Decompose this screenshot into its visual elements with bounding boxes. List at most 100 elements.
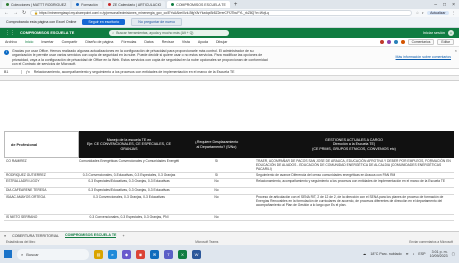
star-icon[interactable]: ☆ [416, 11, 419, 15]
chrome-icon[interactable]: ◉ [136, 249, 145, 259]
url-field[interactable]: 🔒 https://minenergiaspi.my.sharepoint.co… [30, 10, 412, 16]
comments-button[interactable]: Comentarios [407, 39, 435, 45]
mail-icon[interactable]: ✉ [150, 249, 159, 259]
ribbon-tab-datos[interactable]: Datos [144, 40, 153, 44]
ribbon-tab-compartir[interactable]: Compartir [62, 40, 78, 44]
search-placeholder: Buscar herramientas, ayuda y mucho más (… [116, 31, 194, 35]
window-controls: – □ × [434, 2, 459, 8]
reload-icon[interactable]: ↻ [22, 10, 26, 16]
ribbon-tab-vista[interactable]: Vista [182, 40, 190, 44]
status-mid: Microsoft Teams [195, 240, 219, 244]
update-button[interactable]: Actualizar [427, 11, 449, 15]
header-requiere[interactable]: ¿Requiere Desplazamiento al Departamento… [179, 131, 254, 158]
new-tab-button[interactable]: + [234, 2, 238, 8]
add-sheet-icon[interactable]: + [122, 234, 124, 238]
ribbon-tab-revisar[interactable]: Revisar [162, 40, 174, 44]
browser-tab-calendario[interactable]: ZE Calendario | ARTICULACIO [103, 1, 166, 8]
close-icon[interactable]: × [455, 48, 457, 53]
browser-tab-compromisos[interactable]: COMPROMISOS ESCUELA TE [167, 1, 230, 8]
browser-tab-formacion[interactable]: Formación [72, 1, 102, 8]
windows-start-icon[interactable] [4, 250, 12, 258]
maximize-icon[interactable]: □ [443, 2, 446, 8]
header-manejo[interactable]: Manejo de la escuela TE en Eje: CE CONVE… [79, 131, 179, 158]
sheet-list-icon[interactable]: ≡ [4, 234, 6, 238]
header-gestion[interactable]: GESTIONES ACTUALES A CARGO Dirección a l… [254, 131, 454, 158]
language-label[interactable]: ESP [418, 252, 425, 256]
word-icon[interactable]: W [192, 249, 201, 259]
header-line: al Departamento? (S/No) [196, 144, 237, 149]
taskbar: ⌕ Buscar ▤ e ◆ ◉ ✉ T X W ☁ 18°C Parc. nub… [0, 245, 459, 263]
profile-icon[interactable]: ◐ [422, 11, 424, 15]
browser-tab-label: COMPROMISOS ESCUELA TE [176, 2, 226, 7]
cell-manejo: 0-3 Especiales/Educativas, 0-3 Granjas, … [88, 188, 170, 192]
ribbon-tab-archivo[interactable]: Archivo [5, 40, 17, 44]
desktop-banner: Comprobando esta página con Excel Online… [0, 17, 459, 28]
table-row[interactable]: ISAAC AMAYOS ORTEGA 0-3 Convencionales, … [4, 195, 454, 215]
dont-ask-button[interactable]: No preguntar de nuevo [131, 18, 183, 26]
file-explorer-icon[interactable]: ▤ [94, 249, 103, 259]
address-bar: ← → ↻ 🔒 https://minenergiaspi.my.sharepo… [0, 9, 459, 17]
coauthor-avatar[interactable] [386, 40, 391, 44]
coauthor-avatar[interactable] [400, 40, 405, 44]
coauthor-avatar[interactable] [393, 40, 398, 44]
site-icon [107, 3, 111, 6]
cell-manejo: 0-3 Convencionales, 0-Educativas, 0-3 Es… [82, 173, 176, 177]
header-profesional[interactable]: de Profesional [4, 131, 79, 158]
ribbon-tab-ayuda[interactable]: Ayuda [198, 40, 208, 44]
notice-link[interactable]: Más información sobre comentarios [396, 55, 451, 59]
weather-label[interactable]: 18°C Parc. nublado [370, 252, 401, 256]
browser-tab-label: ZE Calendario | ARTICULACIO [112, 2, 162, 7]
cell-name: DIA CAFÉARENE TERESA [6, 188, 47, 192]
search-input[interactable]: ⌕ Buscar herramientas, ayuda y mucho más … [109, 30, 230, 36]
edge-icon[interactable]: e [108, 249, 117, 259]
browser-tab-strip: Colecciones | MATTT RODRIGUEZ Formación … [0, 0, 459, 9]
banner-text: Comprobando esta página con Excel Online [6, 20, 77, 24]
ribbon-tab-formulas[interactable]: Fórmulas [121, 40, 136, 44]
ribbon-tab-dibujar[interactable]: Dibujar [216, 40, 227, 44]
forward-icon[interactable]: → [13, 10, 18, 16]
close-icon[interactable]: × [452, 2, 455, 8]
notifications-icon[interactable]: ▢ [452, 252, 455, 256]
ribbon-tab-diseno[interactable]: Diseño de página [85, 40, 113, 44]
cell-name: ESTRALLADRI LIGOY [6, 179, 40, 183]
cell-manejo: 0-3 Convencionales, 0-3 Especiales, 0-3 … [89, 215, 169, 219]
cell-requiere: No [214, 215, 219, 219]
back-icon[interactable]: ← [4, 10, 9, 16]
table-row[interactable]: CO RAMIREZ Comunidades Energéticas Conve… [4, 159, 454, 173]
status-left: Estadísticas del libro [6, 240, 36, 244]
feedback-link[interactable]: Enviar comentarios a Microsoft [409, 240, 453, 244]
minimize-icon[interactable]: – [434, 2, 437, 8]
cell-requiere: No [214, 179, 219, 183]
ribbon-tab-inicio[interactable]: Inicio [25, 40, 33, 44]
cell-requiere: No [214, 195, 219, 199]
table-row[interactable]: ESTRALLADRI LIGOY 0-3 Especiales/Educati… [4, 179, 454, 188]
file-title[interactable]: COMPROMISOS ESCUELA TE [20, 31, 74, 35]
sheet-tab-compromisos[interactable]: COMPROMISOS ESCUELA TE [65, 233, 117, 238]
sheet-tab-cobertura[interactable]: COBERTURA TERRITORIAL [12, 234, 59, 238]
wifi-icon[interactable]: ≋ [406, 252, 409, 256]
header-line: Eje: CE CONVENCIONALES, CE ESPECIALES, C… [86, 142, 172, 151]
cell-gestion: Seguimiento de avance Diferencia del cen… [256, 173, 396, 177]
store-icon[interactable]: ◆ [122, 249, 131, 259]
taskbar-search[interactable]: ⌕ Buscar [17, 248, 89, 260]
excel-icon[interactable]: X [178, 249, 187, 259]
edit-button[interactable]: Editar [437, 39, 454, 45]
app-launcher-icon[interactable]: ⋮⋮ [5, 30, 15, 36]
clock[interactable]: 3:01 p. m. 10/09/2023 [430, 250, 448, 259]
cell-name: IS NIETO SERRANO [6, 215, 38, 219]
volume-icon[interactable]: ♪ [413, 252, 415, 256]
coauthor-avatar[interactable] [379, 40, 384, 44]
table-row[interactable]: DIA CAFÉARENE TERESA 0-3 Especiales/Educ… [4, 188, 454, 195]
spreadsheet-grid[interactable]: de Profesional Manejo de la escuela TE e… [4, 81, 459, 231]
menu-icon[interactable]: ⋮ [452, 11, 456, 15]
table-row[interactable]: IS NIETO SERRANO 0-3 Convencionales, 0-3… [4, 215, 454, 221]
ribbon-tab-insertar[interactable]: Insertar [41, 40, 53, 44]
site-icon [76, 3, 80, 6]
open-desktop-button[interactable]: Seguir en escritorio [82, 19, 126, 25]
signin-area[interactable]: Iniciar sesión ☺ [423, 30, 454, 36]
browser-tab-colecciones[interactable]: Colecciones | MATTT RODRIGUEZ [2, 1, 71, 8]
cell-name: ISAAC AMAYOS ORTEGA [6, 195, 46, 199]
name-box[interactable]: B1 [4, 70, 22, 74]
formula-input[interactable]: Relacionamiento, acompañamiento y seguim… [34, 70, 235, 74]
teams-icon[interactable]: T [164, 249, 173, 259]
